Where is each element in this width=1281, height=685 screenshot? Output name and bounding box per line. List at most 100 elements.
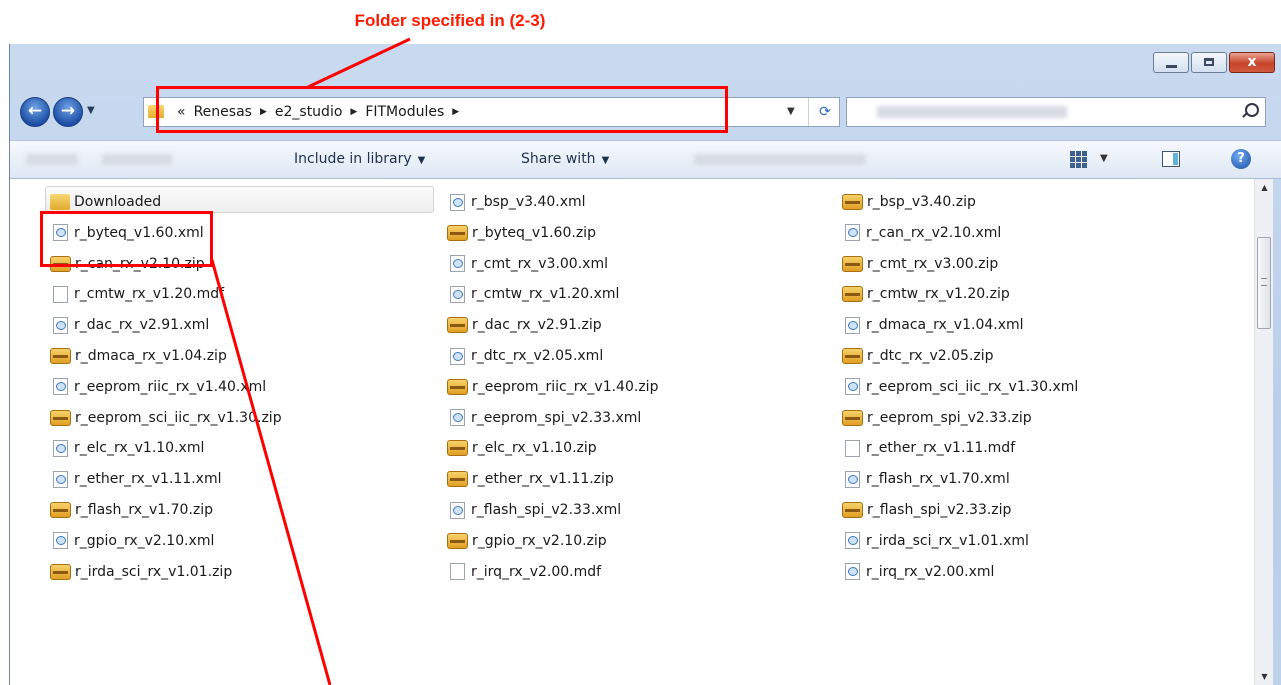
file-item[interactable]: r_eeprom_spi_v2.33.xml xyxy=(447,405,641,431)
file-item[interactable]: r_elc_rx_v1.10.zip xyxy=(447,435,597,461)
mdf-file-icon xyxy=(450,563,465,581)
preview-pane-icon[interactable] xyxy=(1162,151,1180,167)
file-item[interactable]: r_dac_rx_v2.91.xml xyxy=(50,312,209,338)
scroll-down-icon[interactable]: ▼ xyxy=(1255,668,1274,685)
file-item[interactable]: r_flash_spi_v2.33.xml xyxy=(447,497,621,523)
include-in-library-menu[interactable]: Include in library ▼ xyxy=(294,141,425,178)
help-icon[interactable]: ? xyxy=(1231,149,1251,169)
xml-file-icon xyxy=(450,347,465,365)
search-input[interactable] xyxy=(846,97,1266,127)
file-item[interactable]: r_dmaca_rx_v1.04.zip xyxy=(50,343,227,369)
annotation-caption: Folder specified in (2-3) xyxy=(354,11,546,30)
zip-file-icon xyxy=(50,563,71,580)
scrollbar-thumb[interactable] xyxy=(1257,237,1271,329)
annotation-box-address xyxy=(156,86,728,133)
forward-button[interactable]: → xyxy=(53,97,83,127)
file-item[interactable]: r_irq_rx_v2.00.mdf xyxy=(447,559,601,585)
back-button[interactable]: ← xyxy=(20,97,50,127)
file-name: r_eeprom_riic_rx_v1.40.xml xyxy=(74,378,267,395)
back-arrow-icon: ← xyxy=(27,101,43,121)
file-item[interactable]: r_bsp_v3.40.xml xyxy=(447,189,586,215)
xml-file-icon xyxy=(845,224,860,242)
file-item[interactable]: r_gpio_rx_v2.10.zip xyxy=(447,528,607,554)
file-item[interactable]: r_dtc_rx_v2.05.zip xyxy=(842,343,994,369)
file-item[interactable]: r_eeprom_riic_rx_v1.40.zip xyxy=(447,374,658,400)
file-name: r_cmt_rx_v3.00.xml xyxy=(471,255,608,272)
file-item[interactable]: r_ether_rx_v1.11.zip xyxy=(447,466,614,492)
file-item[interactable]: r_can_rx_v2.10.xml xyxy=(842,220,1001,246)
file-item[interactable]: r_dtc_rx_v2.05.xml xyxy=(447,343,603,369)
xml-file-icon xyxy=(845,563,860,581)
zip-file-icon xyxy=(447,471,468,488)
file-item[interactable]: r_ether_rx_v1.11.xml xyxy=(50,466,222,492)
file-item[interactable]: r_cmt_rx_v3.00.zip xyxy=(842,251,998,277)
xml-file-icon xyxy=(53,470,68,488)
close-icon: x xyxy=(1247,54,1257,70)
xml-file-icon xyxy=(845,532,860,550)
search-icon[interactable] xyxy=(1245,103,1259,117)
file-item[interactable]: r_cmt_rx_v3.00.xml xyxy=(447,251,608,277)
file-item[interactable]: r_eeprom_riic_rx_v1.40.xml xyxy=(50,374,266,400)
grip-icon xyxy=(1261,278,1267,286)
file-item[interactable]: r_eeprom_sci_iic_rx_v1.30.zip xyxy=(50,405,282,431)
zip-file-icon xyxy=(842,286,863,303)
zip-file-icon xyxy=(447,532,468,549)
file-item[interactable]: r_cmtw_rx_v1.20.zip xyxy=(842,281,1010,307)
file-item[interactable]: r_elc_rx_v1.10.xml xyxy=(50,435,204,461)
include-in-library-label: Include in library xyxy=(294,151,412,167)
folder-icon xyxy=(50,194,70,210)
zip-file-icon xyxy=(447,440,468,457)
zip-file-icon xyxy=(447,224,468,241)
view-dropdown-icon[interactable]: ▼ xyxy=(1100,153,1108,164)
file-item[interactable]: r_dac_rx_v2.91.zip xyxy=(447,312,602,338)
change-view-icon[interactable] xyxy=(1070,151,1087,168)
file-item[interactable]: r_gpio_rx_v2.10.xml xyxy=(50,528,214,554)
file-item[interactable]: r_bsp_v3.40.zip xyxy=(842,189,976,215)
zip-file-icon xyxy=(447,378,468,395)
file-item[interactable]: r_flash_rx_v1.70.zip xyxy=(50,497,213,523)
file-item[interactable]: r_eeprom_sci_iic_rx_v1.30.xml xyxy=(842,374,1078,400)
vertical-scrollbar[interactable]: ▲ ▼ xyxy=(1254,179,1273,685)
file-name: r_cmt_rx_v3.00.zip xyxy=(867,255,999,272)
xml-file-icon xyxy=(845,470,860,488)
maximize-button[interactable] xyxy=(1191,52,1227,73)
scroll-up-icon[interactable]: ▲ xyxy=(1255,179,1274,196)
blurred-command[interactable] xyxy=(26,154,78,165)
file-name: r_elc_rx_v1.10.xml xyxy=(74,440,205,457)
file-item[interactable]: r_flash_rx_v1.70.xml xyxy=(842,466,1010,492)
refresh-button[interactable]: ⟳ xyxy=(808,98,841,126)
file-item[interactable]: r_cmtw_rx_v1.20.xml xyxy=(447,281,619,307)
file-name: r_ether_rx_v1.11.zip xyxy=(472,471,614,488)
share-with-menu[interactable]: Share with ▼ xyxy=(521,141,609,178)
file-item[interactable]: r_irq_rx_v2.00.xml xyxy=(842,559,994,585)
zip-file-icon xyxy=(842,502,863,518)
file-item[interactable]: r_byteq_v1.60.zip xyxy=(447,220,596,246)
file-name: r_cmtw_rx_v1.20.xml xyxy=(471,286,620,303)
file-item[interactable]: r_flash_spi_v2.33.zip xyxy=(842,497,1011,523)
chevron-down-icon: ▼ xyxy=(601,155,610,166)
history-dropdown-icon[interactable]: ▼ xyxy=(87,105,95,116)
file-item[interactable]: r_irda_sci_rx_v1.01.xml xyxy=(842,528,1029,554)
file-item[interactable]: r_irda_sci_rx_v1.01.zip xyxy=(50,559,232,585)
file-item[interactable]: r_eeprom_spi_v2.33.zip xyxy=(842,405,1032,431)
file-name: r_flash_rx_v1.70.zip xyxy=(75,502,214,518)
xml-file-icon xyxy=(450,285,465,303)
zip-file-icon xyxy=(842,409,863,426)
address-dropdown-icon[interactable]: ▼ xyxy=(787,106,795,117)
minimize-button[interactable] xyxy=(1153,52,1189,73)
file-name: r_dtc_rx_v2.05.xml xyxy=(471,348,604,364)
blurred-placeholder xyxy=(877,106,1067,118)
file-name: r_eeprom_spi_v2.33.xml xyxy=(471,409,642,426)
blurred-command[interactable] xyxy=(102,154,172,165)
mdf-file-icon xyxy=(53,285,68,303)
zip-file-icon xyxy=(50,409,71,426)
file-name: r_bsp_v3.40.xml xyxy=(471,194,586,210)
file-item[interactable]: r_ether_rx_v1.11.mdf xyxy=(842,435,1015,461)
file-item[interactable]: r_cmtw_rx_v1.20.mdf xyxy=(50,281,224,307)
blurred-command[interactable] xyxy=(694,154,866,165)
explorer-window: x ← → ▼ « Renesas ▶ e2_studio ▶ FITModul… xyxy=(9,44,1281,685)
file-item[interactable]: r_dmaca_rx_v1.04.xml xyxy=(842,312,1024,338)
close-button[interactable]: x xyxy=(1229,52,1275,73)
file-name: r_dmaca_rx_v1.04.zip xyxy=(75,348,227,364)
file-name: r_irq_rx_v2.00.xml xyxy=(866,563,995,580)
